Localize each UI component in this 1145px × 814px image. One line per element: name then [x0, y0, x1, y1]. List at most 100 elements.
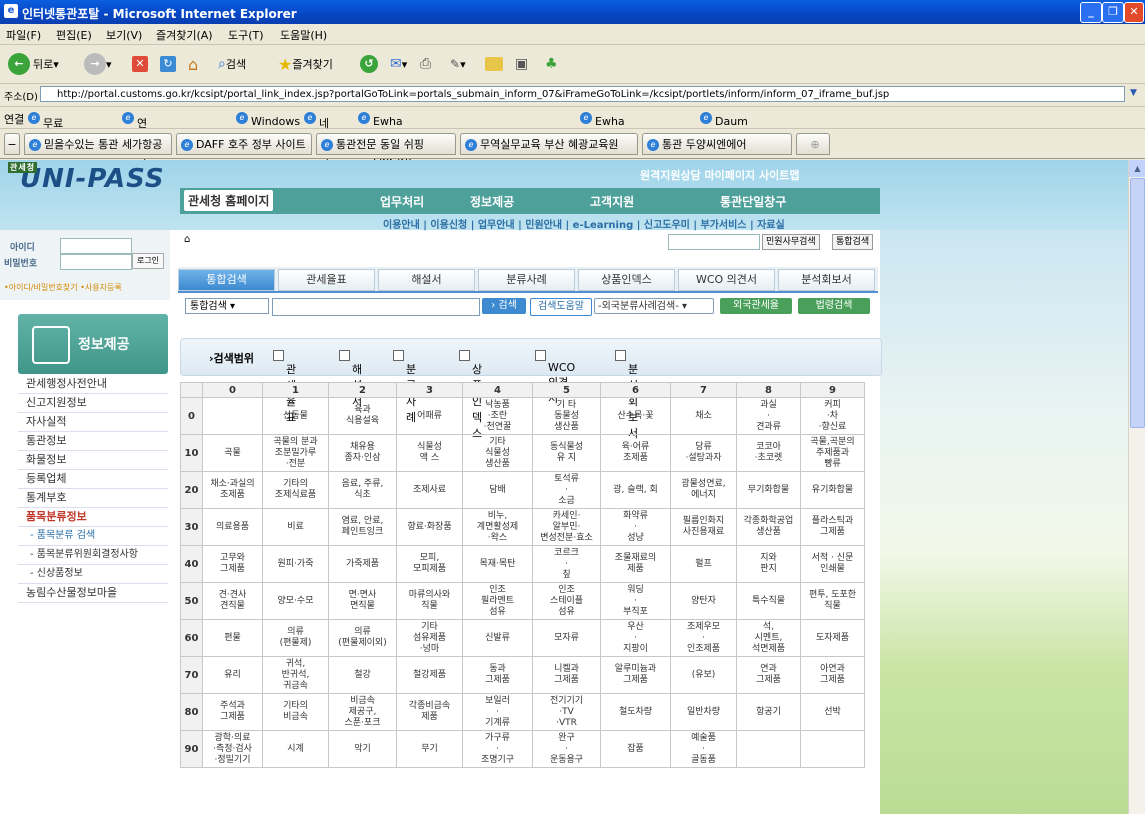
id-input[interactable]: [60, 238, 132, 254]
link-windows[interactable]: e Windows: [236, 111, 300, 128]
hs-chapter-cell[interactable]: 곡물: [202, 434, 263, 472]
tab-tariff[interactable]: 관세율표: [278, 269, 375, 291]
tab-analysis[interactable]: 분석회보서: [778, 269, 875, 291]
hs-chapter-cell[interactable]: 주석과 그제품: [202, 693, 263, 731]
hs-chapter-cell[interactable]: 모피, 모피제품: [396, 545, 463, 583]
hs-chapter-cell[interactable]: 동과 그제품: [462, 656, 533, 694]
hs-chapter-cell[interactable]: 유리: [202, 656, 263, 694]
login-button[interactable]: 로그인: [132, 253, 164, 269]
menu-tools[interactable]: 도구(T): [228, 27, 264, 43]
hs-chapter-cell[interactable]: 기타 섬유제품 ·넝마: [396, 619, 463, 657]
hs-chapter-cell[interactable]: 담배: [462, 471, 533, 509]
messenger-button[interactable]: ♣: [545, 53, 558, 75]
hs-chapter-cell[interactable]: 광학·의료 ·측정·검사 ·정밀기기: [202, 730, 263, 768]
hs-chapter-cell[interactable]: 항공기: [736, 693, 801, 731]
hs-chapter-cell[interactable]: 기타 식물성 생산품: [462, 434, 533, 472]
hs-chapter-cell[interactable]: 잡품: [600, 730, 671, 768]
research-button[interactable]: ▣: [515, 53, 528, 75]
sidebar-item[interactable]: 농림수산물정보마을: [18, 584, 168, 603]
hs-chapter-cell[interactable]: (유보): [670, 656, 737, 694]
hs-chapter-cell[interactable]: 커피 ·차 ·향신료: [800, 397, 865, 435]
hs-chapter-cell[interactable]: 향료·화장품: [396, 508, 463, 546]
tab-cases[interactable]: 분류사례: [478, 269, 575, 291]
hs-chapter-cell[interactable]: 가죽제품: [328, 545, 397, 583]
back-button[interactable]: ← 뒤로 ▾: [8, 53, 59, 75]
sidebar-item[interactable]: 등록업체: [18, 470, 168, 489]
hs-chapter-cell[interactable]: 보일러 · 기계류: [462, 693, 533, 731]
hs-chapter-cell[interactable]: 아연과 그제품: [800, 656, 865, 694]
hs-chapter-cell[interactable]: 도자제품: [800, 619, 865, 657]
nav-customs-home[interactable]: 관세청 홈페이지: [184, 190, 274, 211]
hs-chapter-cell[interactable]: 육·어류 조제품: [600, 434, 671, 472]
print-button[interactable]: ⎙: [420, 53, 431, 75]
hs-chapter-cell[interactable]: 악기: [328, 730, 397, 768]
hs-chapter-cell[interactable]: 시계: [262, 730, 329, 768]
menu-file[interactable]: 파일(F): [6, 27, 41, 43]
browser-tab-5[interactable]: e 통관 두양씨엔에어: [642, 133, 792, 155]
hs-chapter-cell[interactable]: 예술품 · 골동품: [670, 730, 737, 768]
link-ewha-cybercampus[interactable]: eEwha CyberCampus: [580, 111, 672, 141]
hs-chapter-cell[interactable]: 인조 스테이플 섬유: [532, 582, 601, 620]
search-button[interactable]: ⌕ 검색: [218, 53, 246, 75]
hs-chapter-cell[interactable]: 특수직물: [736, 582, 801, 620]
sidebar-item[interactable]: 통계부호: [18, 489, 168, 508]
hs-chapter-cell[interactable]: 육과 식용설육: [328, 397, 397, 435]
hs-chapter-cell[interactable]: 곡물,곡분의 주제품과 빵류: [800, 434, 865, 472]
hs-chapter-cell[interactable]: 코코아 ·초코렛: [736, 434, 801, 472]
scope-checkbox[interactable]: 분류사례: [393, 350, 416, 424]
hs-chapter-cell[interactable]: 낙농품 ·조란 ·천연꿀: [462, 397, 533, 435]
sidebar-item-classification[interactable]: 품목분류정보: [18, 508, 168, 527]
search-button[interactable]: › 검색: [482, 298, 526, 314]
browser-tab-1[interactable]: e 믿을수있는 통관 세가항공: [24, 133, 172, 155]
nav-info[interactable]: 정보제공: [470, 193, 514, 210]
hs-chapter-cell[interactable]: 각종비금속 제품: [396, 693, 463, 731]
tab-index[interactable]: 상품인덱스: [578, 269, 675, 291]
hs-chapter-cell[interactable]: 조제우모 · 인조제품: [670, 619, 737, 657]
hs-chapter-cell[interactable]: 유기화합물: [800, 471, 865, 509]
menu-view[interactable]: 보기(V): [106, 27, 142, 43]
hs-chapter-cell[interactable]: 철강제품: [396, 656, 463, 694]
nav-business[interactable]: 업무처리: [380, 193, 424, 210]
hs-chapter-cell[interactable]: 가구류 · 조명기구: [462, 730, 533, 768]
hs-chapter-cell[interactable]: 음료, 주류, 식초: [328, 471, 397, 509]
hs-chapter-cell[interactable]: 편물: [202, 619, 263, 657]
hs-chapter-cell[interactable]: 산동물: [262, 397, 329, 435]
law-search-button[interactable]: 법령검색: [798, 298, 870, 314]
hs-chapter-cell[interactable]: 신발류: [462, 619, 533, 657]
hs-chapter-cell[interactable]: 의류 (편물제이외): [328, 619, 397, 657]
hs-chapter-cell[interactable]: 워딩 · 부직포: [600, 582, 671, 620]
hs-chapter-cell[interactable]: 인조 필라멘트 섬유: [462, 582, 533, 620]
hs-chapter-cell[interactable]: 마류의사와 직물: [396, 582, 463, 620]
hs-chapter-cell[interactable]: 우산 · 지팡이: [600, 619, 671, 657]
menu-favorites[interactable]: 즐겨찾기(A): [156, 27, 213, 43]
hs-chapter-cell[interactable]: 비금속 제공구, 스푼·포크: [328, 693, 397, 731]
nav-single-window[interactable]: 통관단일창구: [720, 193, 786, 210]
hs-chapter-cell[interactable]: 무기: [396, 730, 463, 768]
menu-help[interactable]: 도움말(H): [280, 27, 327, 43]
hs-chapter-cell[interactable]: 당류 ·설탕과자: [670, 434, 737, 472]
sidebar-item[interactable]: 화물정보: [18, 451, 168, 470]
home-button[interactable]: ⌂: [188, 53, 198, 75]
search-query-input[interactable]: [272, 298, 480, 316]
folder-button[interactable]: [485, 53, 503, 75]
vertical-scrollbar[interactable]: ▲: [1128, 160, 1145, 814]
maximize-button[interactable]: ❐: [1102, 2, 1124, 23]
top-links[interactable]: 원격지원상담 마이페이지 사이트맵: [640, 167, 799, 183]
hs-chapter-cell[interactable]: 조제사료: [396, 471, 463, 509]
hs-chapter-cell[interactable]: 철강: [328, 656, 397, 694]
scope-checkbox[interactable]: WCO의견서: [535, 350, 575, 405]
hs-chapter-cell[interactable]: 모자류: [532, 619, 601, 657]
forward-button[interactable]: → ▾: [84, 53, 112, 75]
address-dropdown-icon[interactable]: ▼: [1130, 88, 1137, 98]
mail-button[interactable]: ✉ ▾: [390, 53, 407, 75]
tab-commentary[interactable]: 해설서: [378, 269, 475, 291]
search-type-select[interactable]: 통합검색 ▾: [185, 298, 269, 314]
hs-chapter-cell[interactable]: 과실 · 견과류: [736, 397, 801, 435]
breadcrumb-home-icon[interactable]: ⌂: [184, 234, 190, 245]
sidebar-item[interactable]: 신고지원정보: [18, 394, 168, 413]
link-daum[interactable]: e Daum: [700, 111, 748, 128]
sidebar-subitem[interactable]: - 품목분류 검색: [18, 527, 168, 546]
hs-chapter-cell[interactable]: 철도차량: [600, 693, 671, 731]
hs-chapter-cell[interactable]: 어패류: [396, 397, 463, 435]
account-links[interactable]: •아이디/비밀번호찾기 •사용자등록: [4, 282, 122, 293]
